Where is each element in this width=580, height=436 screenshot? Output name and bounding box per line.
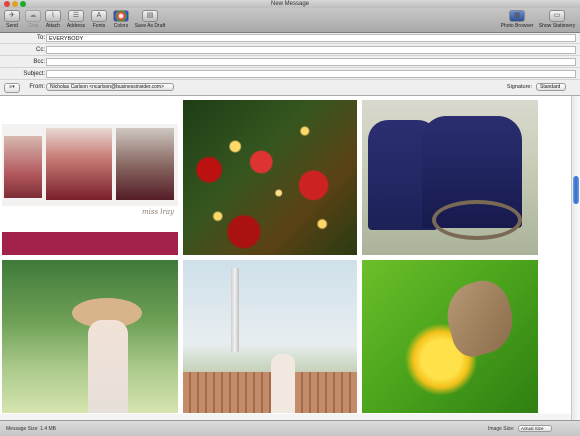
image-size-value: Actual Size	[521, 426, 544, 431]
chat-button[interactable]: ☁ Chat	[25, 10, 41, 30]
attach-button[interactable]: ⌇ Attach	[44, 10, 62, 30]
photo-girl-pillar	[183, 260, 357, 413]
to-row: To: EVERYBODY	[0, 33, 580, 44]
subject-field[interactable]	[46, 70, 576, 78]
address-label: Address	[66, 23, 86, 29]
fonts-label: Fonts	[92, 23, 106, 29]
fonts-icon: A	[91, 10, 107, 22]
photo-browser-button[interactable]: ▦ Photo Browser	[500, 10, 534, 30]
message-body[interactable]: miss lray	[0, 96, 572, 420]
message-size: Message Size: 1.4 MB	[6, 426, 57, 432]
save-as-draft-label: Save As Draft	[134, 23, 166, 29]
signature-select[interactable]: Standard	[536, 83, 566, 91]
collage-caption: miss lray	[142, 208, 174, 216]
collage-band	[2, 232, 178, 255]
draft-icon: ▤	[142, 10, 158, 22]
window-title: New Message	[270, 1, 309, 7]
to-label: To:	[36, 35, 45, 41]
chat-icon: ☁	[25, 10, 41, 22]
photo-graduates	[362, 100, 538, 255]
monument-pillar	[231, 268, 239, 352]
cc-label: Cc:	[36, 47, 45, 53]
cc-field[interactable]	[46, 46, 576, 54]
photo-browser-icon: ▦	[509, 10, 525, 22]
collage-photo-2	[46, 128, 112, 200]
status-bar: Message Size: 1.4 MB Image Size: Actual …	[0, 420, 580, 436]
vertical-scrollbar[interactable]	[571, 96, 580, 420]
butterfly-wings	[439, 274, 521, 362]
photo-girl-hat-park	[2, 260, 178, 413]
compose-window: New Message ✈ Send ☁ Chat ⌇ Attach ☰ Add…	[0, 0, 580, 436]
girl-figure	[88, 320, 128, 413]
collage-photo-1	[4, 136, 42, 198]
subject-label: Subject:	[23, 71, 45, 77]
cc-row: Cc:	[0, 45, 580, 56]
photo-browser-label: Photo Browser	[500, 23, 534, 29]
to-field[interactable]: EVERYBODY	[46, 34, 576, 42]
image-size-select[interactable]: Actual Size	[518, 425, 552, 432]
subject-row: Subject:	[0, 69, 580, 80]
send-label: Send	[6, 23, 18, 29]
from-row: ≡▾ From: Nicholas Carlson <ncarlson@busi…	[0, 82, 580, 93]
show-stationery-button[interactable]: ▭ Show Stationery	[538, 10, 576, 30]
title-bar: New Message	[0, 0, 580, 8]
colors-button[interactable]: Colors	[112, 10, 130, 30]
bcc-label: Bcc:	[33, 59, 45, 65]
cart-wheel	[432, 200, 522, 240]
colors-label: Colors	[113, 23, 129, 29]
priority-menu[interactable]: ≡▾	[4, 83, 20, 93]
bcc-row: Bcc:	[0, 57, 580, 68]
address-button[interactable]: ☰ Address	[66, 10, 86, 30]
scrollbar-thumb[interactable]	[573, 176, 579, 204]
photo-christmas-tree	[183, 100, 357, 255]
toolbar: ✈ Send ☁ Chat ⌇ Attach ☰ Address A Fonts…	[0, 8, 580, 33]
send-button[interactable]: ✈ Send	[3, 10, 21, 30]
image-size-label: Image Size:	[488, 426, 515, 432]
photo-butterfly	[362, 260, 538, 413]
bcc-field[interactable]	[46, 58, 576, 66]
collage-photo-3	[116, 128, 174, 200]
show-stationery-label: Show Stationery	[538, 23, 576, 29]
from-value: Nicholas Carlson <ncarlson@businessinsid…	[50, 84, 165, 90]
attach-label: Attach	[45, 23, 61, 29]
save-as-draft-button[interactable]: ▤ Save As Draft	[134, 10, 166, 30]
message-header: To: EVERYBODY Cc: Bcc: Subject: ≡▾ From:…	[0, 33, 580, 96]
from-label: From:	[29, 84, 45, 90]
signature-value: Standard	[540, 84, 561, 90]
wooden-fence	[183, 372, 357, 413]
address-book-icon: ☰	[68, 10, 84, 22]
color-wheel-icon	[113, 10, 129, 22]
paperclip-icon: ⌇	[45, 10, 61, 22]
stationery-icon: ▭	[549, 10, 565, 22]
fonts-button[interactable]: A Fonts	[91, 10, 107, 30]
chat-label: Chat	[27, 23, 39, 29]
from-select[interactable]: Nicholas Carlson <ncarlson@businessinsid…	[46, 83, 174, 91]
photo-collage: miss lray	[2, 100, 178, 255]
signature-label: Signature:	[506, 84, 532, 90]
send-icon: ✈	[4, 10, 20, 22]
girl-figure-2	[271, 354, 295, 413]
